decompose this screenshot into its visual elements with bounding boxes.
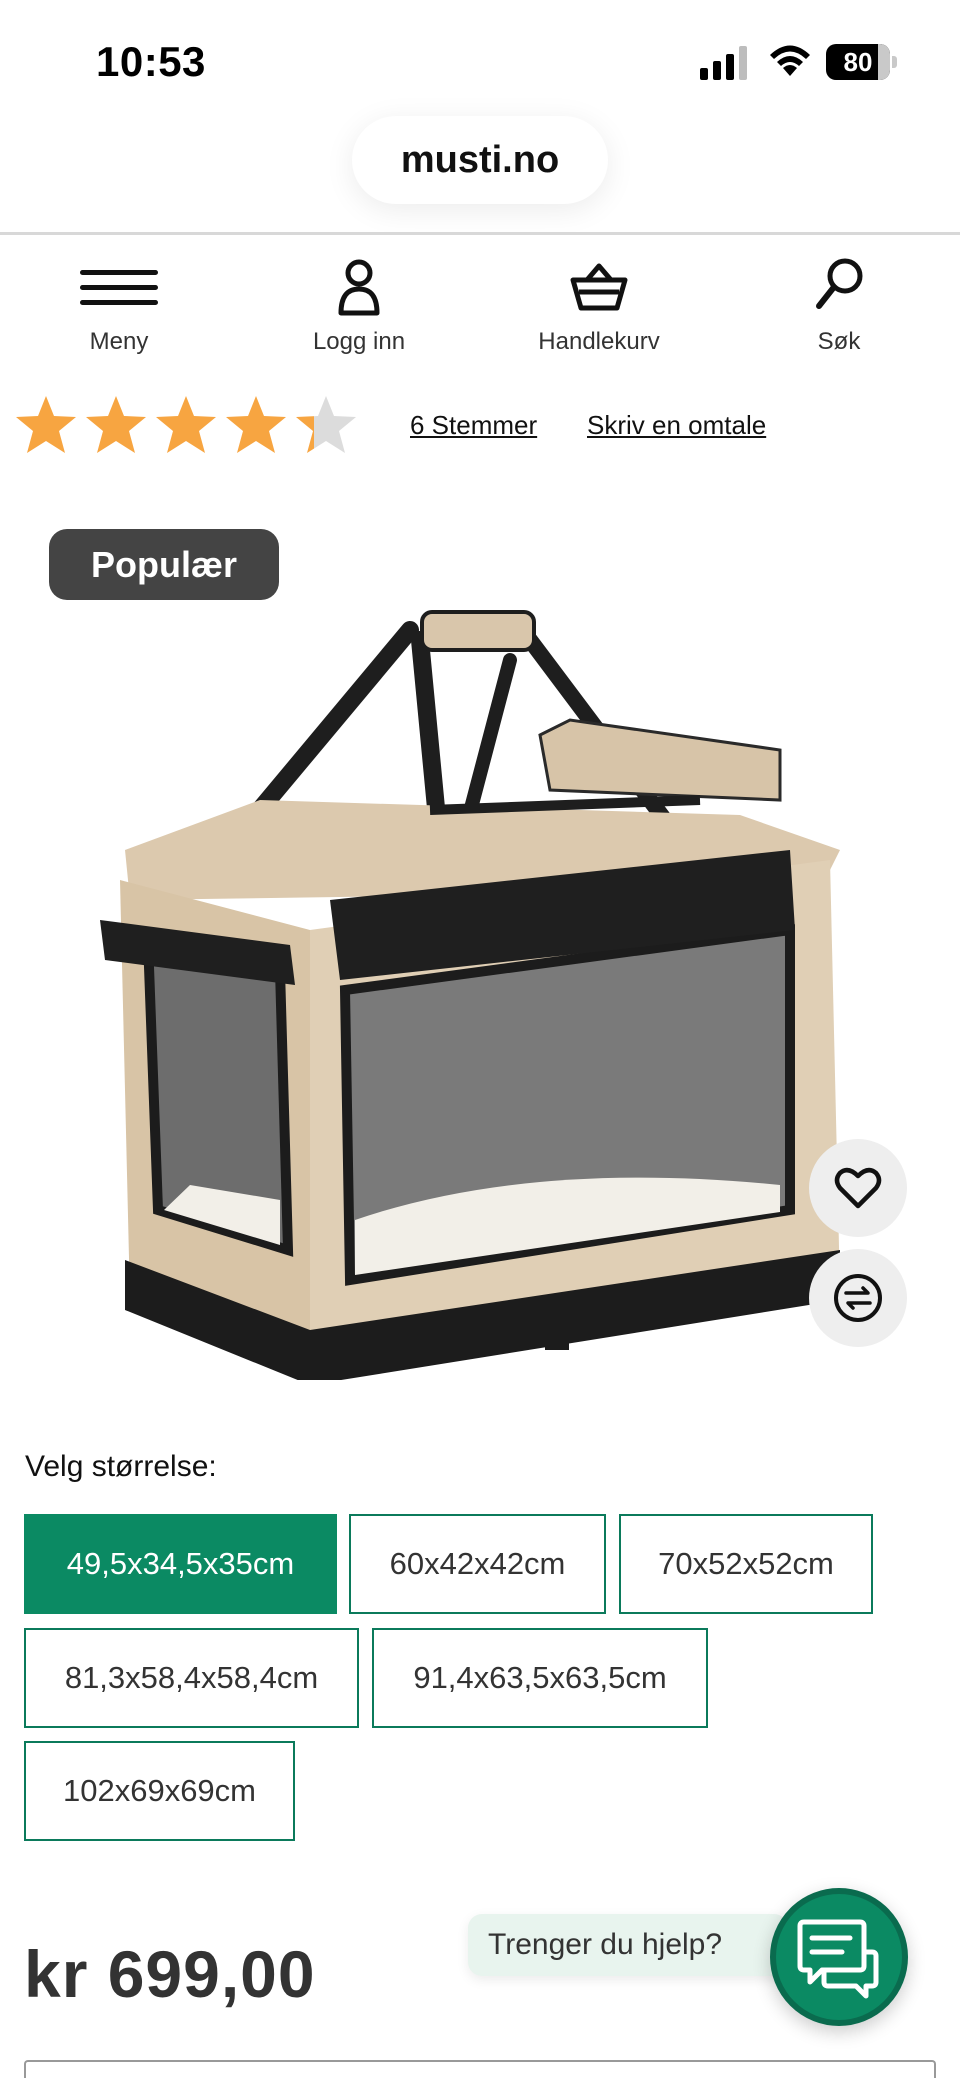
partial-star-icon bbox=[296, 396, 356, 453]
star-rating bbox=[14, 390, 364, 460]
battery-icon: 80 bbox=[826, 44, 898, 80]
menu-button[interactable]: Meny bbox=[29, 250, 209, 360]
search-label: Søk bbox=[817, 328, 861, 355]
size-option[interactable]: 81,3x58,4x58,4cm bbox=[24, 1628, 359, 1728]
search-button[interactable]: Søk bbox=[749, 250, 929, 360]
help-prompt[interactable]: Trenger du hjelp? bbox=[468, 1914, 788, 1976]
basket-icon bbox=[570, 263, 628, 311]
quantity-box[interactable] bbox=[24, 2060, 936, 2078]
favorite-button[interactable] bbox=[809, 1139, 907, 1237]
star-icon bbox=[86, 396, 146, 453]
size-option[interactable]: 102x69x69cm bbox=[24, 1741, 295, 1841]
star-icon bbox=[156, 396, 216, 453]
site-header-nav: Meny Logg inn Handlekurv Søk bbox=[0, 250, 960, 370]
votes-link[interactable]: 6 Stemmer bbox=[410, 410, 537, 441]
login-label: Logg inn bbox=[312, 328, 406, 355]
star-icon bbox=[226, 396, 286, 453]
size-option[interactable]: 70x52x52cm bbox=[619, 1514, 873, 1614]
search-icon bbox=[816, 258, 863, 309]
status-time: 10:53 bbox=[96, 38, 206, 85]
user-icon bbox=[338, 259, 380, 316]
write-review-link[interactable]: Skriv en omtale bbox=[587, 410, 766, 441]
product-image[interactable] bbox=[100, 600, 860, 1380]
size-option[interactable]: 60x42x42cm bbox=[349, 1514, 606, 1614]
size-select-label: Velg størrelse: bbox=[25, 1450, 217, 1483]
star-icon bbox=[16, 396, 76, 453]
compare-arrows-icon bbox=[834, 1274, 882, 1322]
chat-icon bbox=[797, 1919, 879, 1999]
heart-icon bbox=[834, 1167, 882, 1209]
size-option-selected[interactable]: 49,5x34,5x35cm bbox=[24, 1514, 337, 1614]
browser-divider bbox=[0, 232, 960, 235]
cellular-signal-icon bbox=[700, 46, 747, 80]
battery-level: 80 bbox=[843, 46, 873, 77]
popular-badge: Populær bbox=[49, 529, 279, 600]
url-bar[interactable]: musti.no bbox=[352, 116, 608, 204]
chat-button[interactable] bbox=[770, 1888, 908, 2026]
product-price: kr 699,00 bbox=[24, 1937, 316, 2011]
hamburger-menu-icon bbox=[80, 270, 158, 305]
cart-label: Handlekurv bbox=[538, 328, 660, 355]
login-button[interactable]: Logg inn bbox=[269, 250, 449, 360]
menu-label: Meny bbox=[89, 328, 149, 355]
size-option[interactable]: 91,4x63,5x63,5cm bbox=[372, 1628, 708, 1728]
cart-button[interactable]: Handlekurv bbox=[509, 250, 689, 360]
status-bar: 10:53 80 bbox=[0, 0, 960, 110]
wifi-icon bbox=[770, 45, 810, 76]
compare-button[interactable] bbox=[809, 1249, 907, 1347]
